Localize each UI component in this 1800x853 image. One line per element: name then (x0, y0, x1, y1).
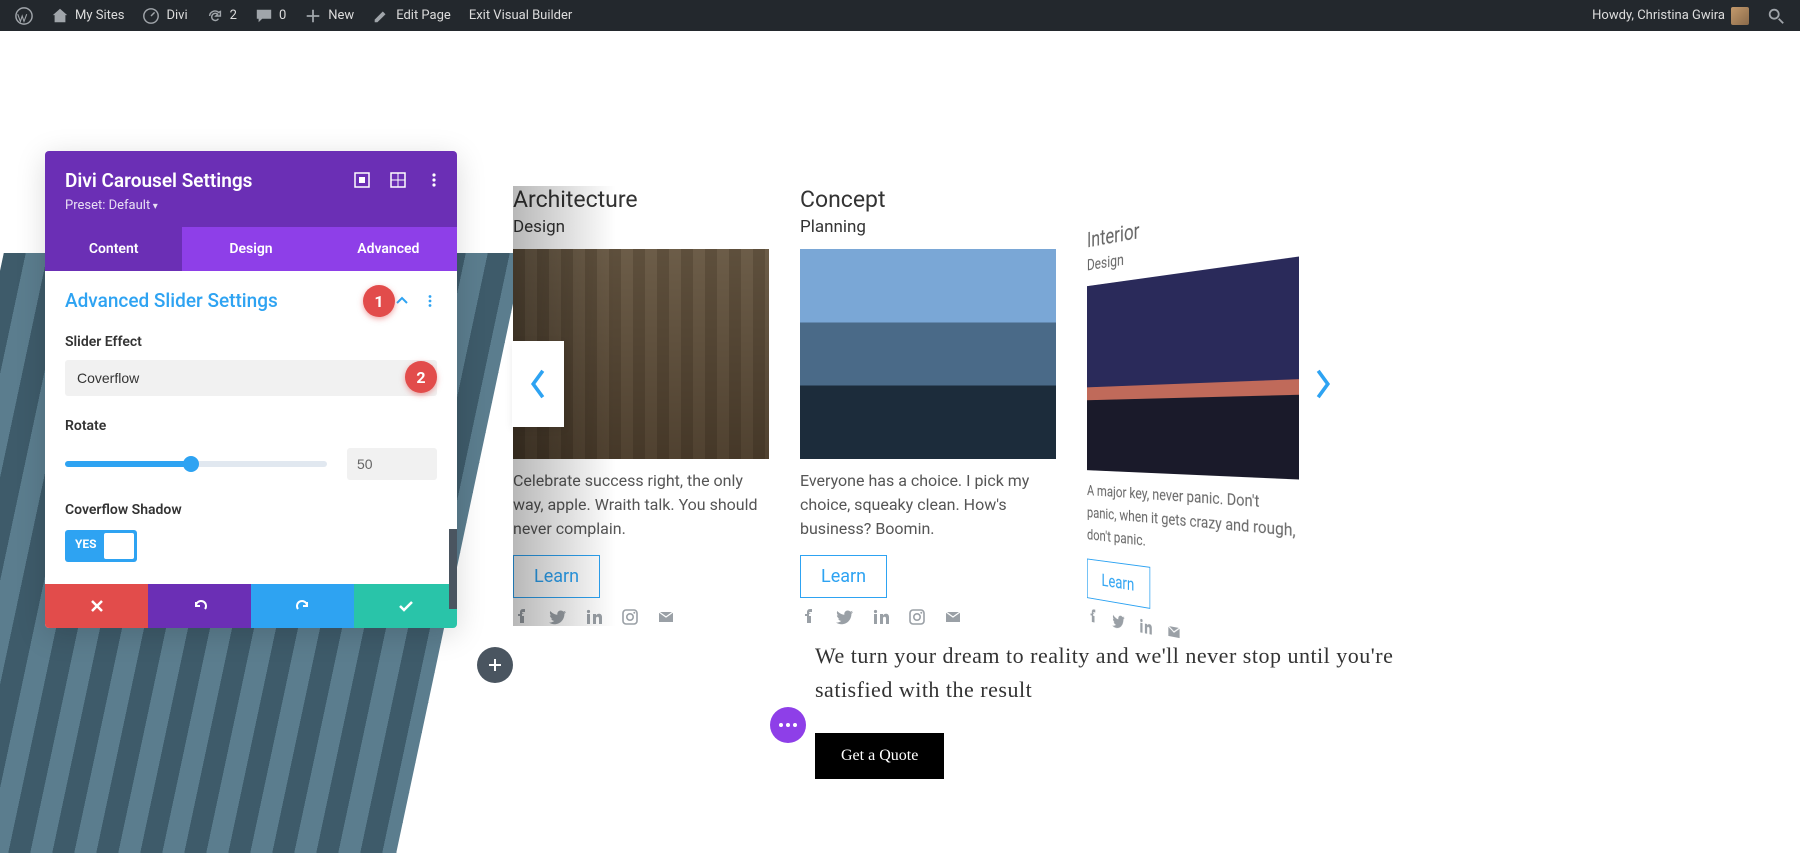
facebook-icon[interactable] (800, 608, 818, 626)
gauge-icon (142, 7, 160, 25)
card-title: Architecture (513, 186, 769, 213)
tagline: We turn your dream to reality and we'll … (815, 639, 1455, 707)
expand-icon[interactable] (353, 171, 371, 189)
section-title[interactable]: Advanced Slider Settings (65, 289, 278, 312)
howdy-user[interactable]: Howdy, Christina Gwira (1583, 0, 1758, 31)
coverflow-shadow-toggle[interactable]: YES (65, 530, 137, 562)
tab-advanced[interactable]: Advanced (320, 227, 457, 271)
divi-settings-panel: Divi Carousel Settings Preset: Default C… (45, 151, 457, 628)
card-subtitle: Design (513, 217, 769, 237)
exit-visual-builder[interactable]: Exit Visual Builder (460, 0, 581, 31)
learn-button[interactable]: Learn (1087, 558, 1150, 608)
instagram-icon[interactable] (621, 608, 639, 626)
grid-icon[interactable] (389, 171, 407, 189)
panel-scrollbar[interactable] (449, 529, 457, 609)
carousel-prev[interactable] (512, 341, 564, 427)
undo-button[interactable] (148, 584, 251, 628)
site-name[interactable]: Divi (133, 0, 196, 31)
mail-icon[interactable] (657, 608, 675, 626)
facebook-icon[interactable] (513, 608, 531, 626)
search-icon (1767, 7, 1785, 25)
new[interactable]: New (295, 0, 363, 31)
carousel: Architecture Design Celebrate success ri… (480, 186, 1600, 616)
callout-badge-1: 1 (363, 285, 395, 317)
my-sites[interactable]: My Sites (42, 0, 133, 31)
rotate-slider[interactable] (65, 461, 327, 467)
add-module-button[interactable] (477, 647, 513, 683)
refresh-icon (206, 7, 224, 25)
updates[interactable]: 2 (197, 0, 246, 31)
cancel-button[interactable] (45, 584, 148, 628)
card-desc: Celebrate success right, the only way, a… (513, 469, 769, 541)
chevron-up-icon[interactable] (395, 294, 409, 308)
instagram-icon[interactable] (908, 608, 926, 626)
learn-button[interactable]: Learn (800, 555, 887, 598)
card-desc: Everyone has a choice. I pick my choice,… (800, 469, 1056, 541)
slider-effect-select[interactable]: Coverflow (65, 360, 437, 396)
more-icon[interactable] (425, 171, 443, 189)
card-desc: A major key, never panic. Don't panic, w… (1087, 479, 1299, 571)
preset-dropdown[interactable]: Preset: Default (65, 198, 437, 213)
get-quote-button[interactable]: Get a Quote (815, 733, 944, 779)
card-title: Concept (800, 186, 1056, 213)
tab-content[interactable]: Content (45, 227, 182, 271)
learn-button[interactable]: Learn (513, 555, 600, 598)
carousel-next[interactable] (1297, 341, 1349, 427)
edit-page[interactable]: Edit Page (363, 0, 460, 31)
twitter-icon[interactable] (549, 608, 567, 626)
section-more-icon[interactable] (423, 294, 437, 308)
pencil-icon (372, 7, 390, 25)
carousel-card: Concept Planning Everyone has a choice. … (800, 186, 1056, 626)
twitter-icon[interactable] (1112, 612, 1125, 632)
rotate-label: Rotate (65, 418, 437, 434)
rotate-value-input[interactable] (347, 448, 437, 480)
home-icon (51, 7, 69, 25)
comment-icon (255, 7, 273, 25)
slider-thumb[interactable] (183, 456, 199, 472)
redo-button[interactable] (251, 584, 354, 628)
avatar (1731, 7, 1749, 25)
search[interactable] (1758, 0, 1794, 31)
facebook-icon[interactable] (1087, 607, 1099, 626)
card-subtitle: Planning (800, 217, 1056, 237)
slider-effect-label: Slider Effect (65, 334, 437, 350)
wp-admin-bar: My Sites Divi 2 0 New Edit Page Exit Vis… (0, 0, 1800, 31)
panel-tabs: Content Design Advanced (45, 227, 457, 271)
coverflow-shadow-label: Coverflow Shadow (65, 502, 437, 518)
plus-icon (304, 7, 322, 25)
more-options-button[interactable] (770, 707, 806, 743)
save-button[interactable] (354, 584, 457, 628)
mail-icon[interactable] (944, 608, 962, 626)
comments[interactable]: 0 (246, 0, 295, 31)
linkedin-icon[interactable] (1139, 617, 1153, 637)
card-image (800, 249, 1056, 459)
linkedin-icon[interactable] (872, 608, 890, 626)
carousel-card: Interior Design A major key, never panic… (1087, 186, 1299, 666)
linkedin-icon[interactable] (585, 608, 603, 626)
tab-design[interactable]: Design (182, 227, 319, 271)
callout-badge-2: 2 (405, 361, 437, 393)
wp-logo[interactable] (6, 0, 42, 31)
twitter-icon[interactable] (836, 608, 854, 626)
card-image (1087, 256, 1299, 479)
